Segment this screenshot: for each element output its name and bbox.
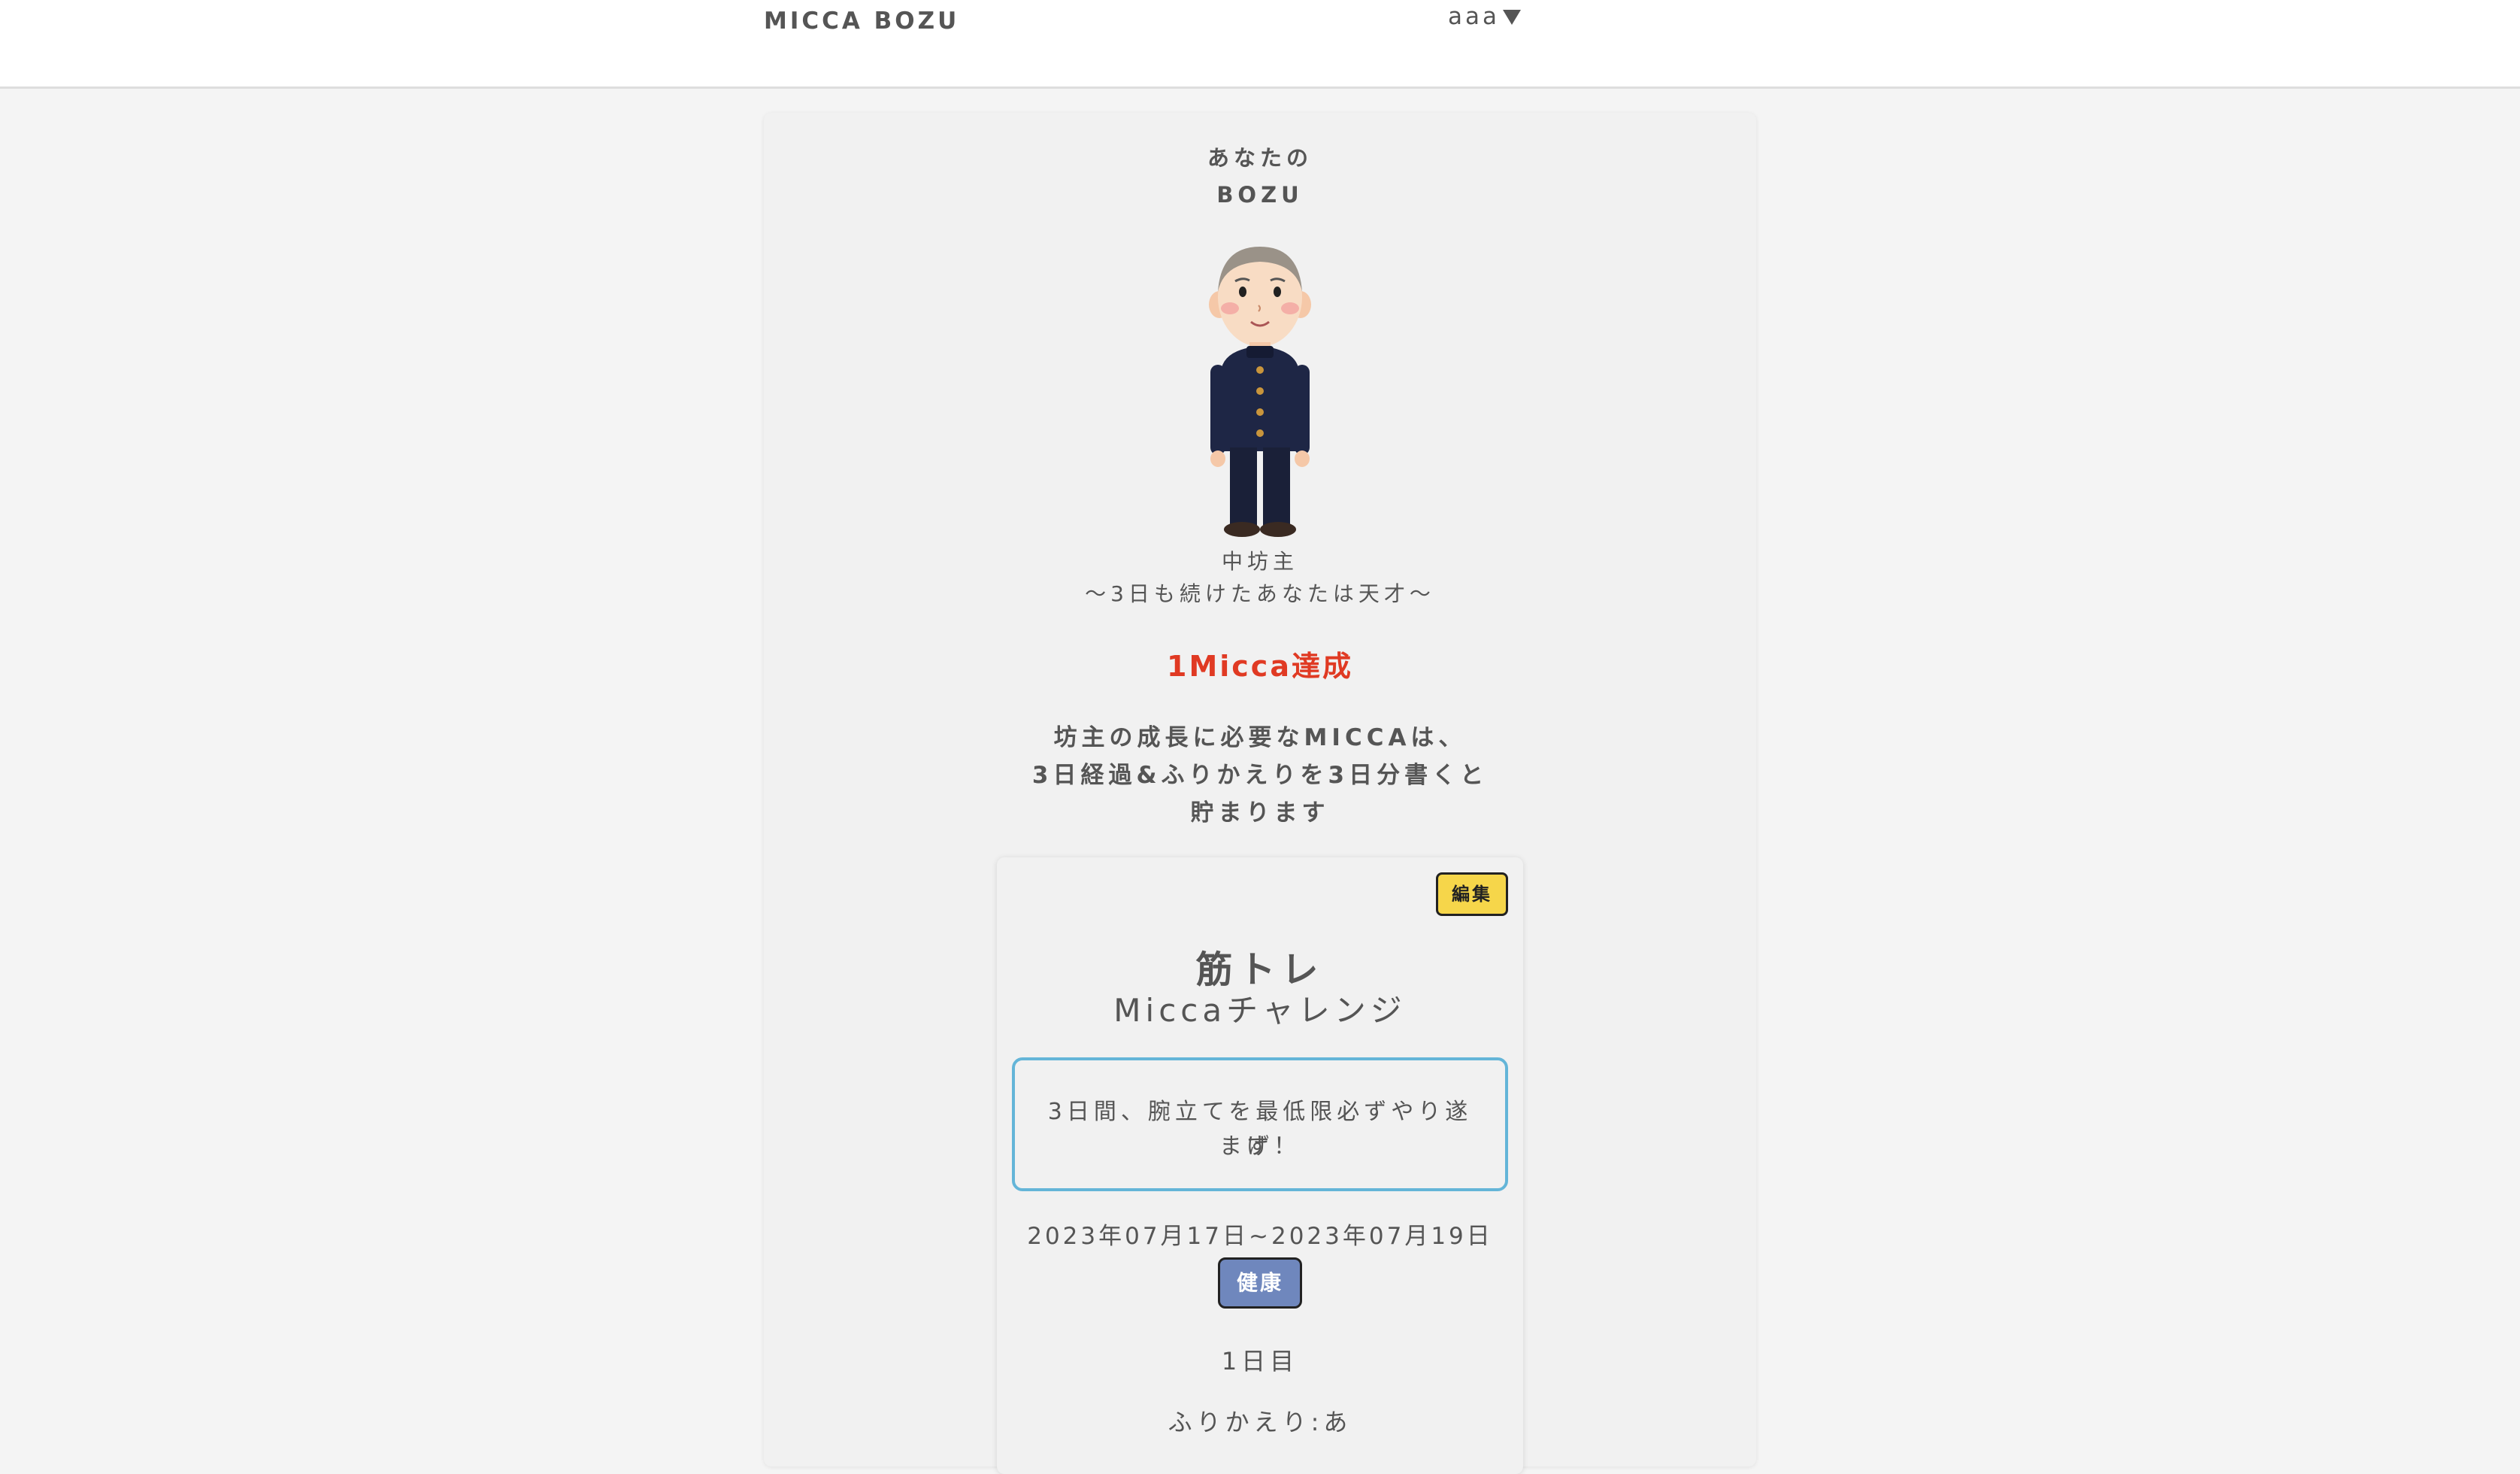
brand-logo[interactable]: MICCA BOZU	[764, 8, 959, 35]
day-label: 1日目	[1221, 1347, 1299, 1375]
micca-explain-line2: 3日経過&ふりかえりを3日分書くと	[1031, 762, 1489, 789]
user-name[interactable]: aaa	[1448, 3, 1500, 30]
bozu-rank-name: 中坊主	[1221, 549, 1298, 574]
goal-text-line2: ます！	[1219, 1133, 1301, 1160]
micca-achievement: 1Micca達成	[1167, 650, 1353, 683]
edit-button[interactable]: 編集	[1436, 872, 1508, 916]
micca-explain-line1: 坊主の成長に必要なMICCAは、	[1053, 724, 1467, 751]
top-navbar: MICCA BOZU aaa	[0, 0, 2520, 89]
caret-down-icon[interactable]	[1503, 10, 1521, 25]
challenge-subtitle: Miccaチャレンジ	[1113, 992, 1407, 1029]
category-badge: 健康	[1218, 1257, 1302, 1309]
reflection-text: ふりかえり:あ	[1168, 1408, 1352, 1436]
challenge-period: 2023年07月17日~2023年07月19日	[1027, 1223, 1493, 1250]
bozu-rank-subtitle: 〜3日も続けたあなたは天才〜	[1085, 581, 1435, 606]
user-menu-dropdown[interactable]: aaa	[1448, 3, 1521, 30]
bozu-character-icon	[1209, 247, 1311, 537]
bozu-heading-line2: BOZU	[1216, 182, 1304, 208]
micca-explain-line3: 貯まります	[1190, 799, 1330, 826]
bozu-heading-line1: あなたの	[1207, 145, 1313, 171]
